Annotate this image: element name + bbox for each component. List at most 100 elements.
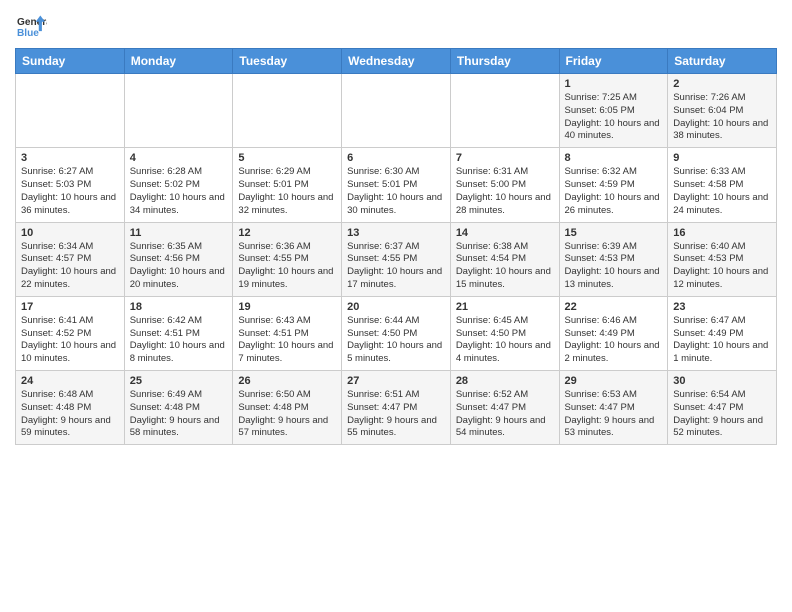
- day-info: Sunrise: 6:51 AM Sunset: 4:47 PM Dayligh…: [347, 389, 445, 440]
- calendar-cell: 11 Sunrise: 6:35 AM Sunset: 4:56 PM Dayli…: [124, 222, 233, 296]
- day-number: 9: [673, 152, 771, 164]
- day-info: Sunrise: 6:36 AM Sunset: 4:55 PM Dayligh…: [238, 241, 336, 292]
- calendar-week-row: 10 Sunrise: 6:34 AM Sunset: 4:57 PM Dayli…: [16, 222, 777, 296]
- svg-text:Blue: Blue: [17, 28, 39, 39]
- calendar-cell: 16 Sunrise: 6:40 AM Sunset: 4:53 PM Dayli…: [668, 222, 777, 296]
- calendar-cell: 30 Sunrise: 6:54 AM Sunset: 4:47 PM Dayli…: [668, 371, 777, 445]
- day-info: Sunrise: 6:32 AM Sunset: 4:59 PM Dayligh…: [565, 166, 663, 217]
- day-info: Sunrise: 6:45 AM Sunset: 4:50 PM Dayligh…: [456, 315, 554, 366]
- calendar-cell: [450, 74, 559, 148]
- day-number: 26: [238, 375, 336, 387]
- calendar-cell: 28Sunrise: 6:52 AM Sunset: 4:47 PM Dayli…: [450, 371, 559, 445]
- calendar-cell: 23 Sunrise: 6:47 AM Sunset: 4:49 PM Dayli…: [668, 296, 777, 370]
- day-number: 15: [565, 227, 663, 239]
- day-number: 4: [130, 152, 228, 164]
- day-number: 30: [673, 375, 771, 387]
- day-number: 25: [130, 375, 228, 387]
- weekday-header: Sunday: [16, 49, 125, 74]
- calendar-header-row: SundayMondayTuesdayWednesdayThursdayFrid…: [16, 49, 777, 74]
- calendar-cell: 22 Sunrise: 6:46 AM Sunset: 4:49 PM Dayli…: [559, 296, 668, 370]
- calendar-cell: 15 Sunrise: 6:39 AM Sunset: 4:53 PM Dayli…: [559, 222, 668, 296]
- day-number: 3: [21, 152, 119, 164]
- day-info: Sunrise: 6:28 AM Sunset: 5:02 PM Dayligh…: [130, 166, 228, 217]
- day-info: Sunrise: 6:30 AM Sunset: 5:01 PM Dayligh…: [347, 166, 445, 217]
- weekday-header: Tuesday: [233, 49, 342, 74]
- calendar-cell: 14 Sunrise: 6:38 AM Sunset: 4:54 PM Dayli…: [450, 222, 559, 296]
- calendar-week-row: 3 Sunrise: 6:27 AM Sunset: 5:03 PM Daylig…: [16, 148, 777, 222]
- weekday-header: Thursday: [450, 49, 559, 74]
- logo: General Blue: [15, 14, 47, 42]
- day-number: 20: [347, 301, 445, 313]
- calendar-cell: 24 Sunrise: 6:48 AM Sunset: 4:48 PM Dayli…: [16, 371, 125, 445]
- day-number: 24: [21, 375, 119, 387]
- calendar-cell: 7Sunrise: 6:31 AM Sunset: 5:00 PM Daylig…: [450, 148, 559, 222]
- calendar-cell: 20 Sunrise: 6:44 AM Sunset: 4:50 PM Dayli…: [342, 296, 451, 370]
- day-number: 22: [565, 301, 663, 313]
- day-number: 6: [347, 152, 445, 164]
- day-number: 8: [565, 152, 663, 164]
- day-number: 23: [673, 301, 771, 313]
- calendar-cell: 6 Sunrise: 6:30 AM Sunset: 5:01 PM Daylig…: [342, 148, 451, 222]
- calendar-cell: 1 Sunrise: 7:25 AM Sunset: 6:05 PM Daylig…: [559, 74, 668, 148]
- day-info: Sunrise: 6:43 AM Sunset: 4:51 PM Dayligh…: [238, 315, 336, 366]
- day-info: Sunrise: 6:44 AM Sunset: 4:50 PM Dayligh…: [347, 315, 445, 366]
- day-info: Sunrise: 6:54 AM Sunset: 4:47 PM Dayligh…: [673, 389, 771, 440]
- weekday-header: Wednesday: [342, 49, 451, 74]
- day-number: 10: [21, 227, 119, 239]
- day-number: 17: [21, 301, 119, 313]
- calendar-cell: 2Sunrise: 7:26 AM Sunset: 6:04 PM Daylig…: [668, 74, 777, 148]
- day-info: Sunrise: 6:33 AM Sunset: 4:58 PM Dayligh…: [673, 166, 771, 217]
- calendar-cell: 26 Sunrise: 6:50 AM Sunset: 4:48 PM Dayli…: [233, 371, 342, 445]
- page-header: General Blue: [15, 10, 777, 42]
- day-info: Sunrise: 6:29 AM Sunset: 5:01 PM Dayligh…: [238, 166, 336, 217]
- calendar-cell: [342, 74, 451, 148]
- calendar-cell: 18Sunrise: 6:42 AM Sunset: 4:51 PM Dayli…: [124, 296, 233, 370]
- day-info: Sunrise: 6:50 AM Sunset: 4:48 PM Dayligh…: [238, 389, 336, 440]
- day-number: 5: [238, 152, 336, 164]
- calendar-cell: [16, 74, 125, 148]
- calendar-cell: 10 Sunrise: 6:34 AM Sunset: 4:57 PM Dayli…: [16, 222, 125, 296]
- calendar-cell: 13Sunrise: 6:37 AM Sunset: 4:55 PM Dayli…: [342, 222, 451, 296]
- calendar-cell: 19Sunrise: 6:43 AM Sunset: 4:51 PM Dayli…: [233, 296, 342, 370]
- day-info: Sunrise: 6:46 AM Sunset: 4:49 PM Dayligh…: [565, 315, 663, 366]
- day-number: 21: [456, 301, 554, 313]
- day-info: Sunrise: 6:38 AM Sunset: 4:54 PM Dayligh…: [456, 241, 554, 292]
- calendar-cell: 12Sunrise: 6:36 AM Sunset: 4:55 PM Dayli…: [233, 222, 342, 296]
- day-number: 29: [565, 375, 663, 387]
- day-info: Sunrise: 7:25 AM Sunset: 6:05 PM Dayligh…: [565, 92, 663, 143]
- logo-icon: General Blue: [15, 14, 47, 42]
- calendar-week-row: 24 Sunrise: 6:48 AM Sunset: 4:48 PM Dayli…: [16, 371, 777, 445]
- calendar-cell: 27 Sunrise: 6:51 AM Sunset: 4:47 PM Dayli…: [342, 371, 451, 445]
- day-info: Sunrise: 6:39 AM Sunset: 4:53 PM Dayligh…: [565, 241, 663, 292]
- day-number: 18: [130, 301, 228, 313]
- day-info: Sunrise: 6:27 AM Sunset: 5:03 PM Dayligh…: [21, 166, 119, 217]
- day-info: Sunrise: 7:26 AM Sunset: 6:04 PM Dayligh…: [673, 92, 771, 143]
- day-number: 27: [347, 375, 445, 387]
- day-info: Sunrise: 6:53 AM Sunset: 4:47 PM Dayligh…: [565, 389, 663, 440]
- day-number: 14: [456, 227, 554, 239]
- calendar-cell: 3 Sunrise: 6:27 AM Sunset: 5:03 PM Daylig…: [16, 148, 125, 222]
- day-number: 13: [347, 227, 445, 239]
- day-info: Sunrise: 6:48 AM Sunset: 4:48 PM Dayligh…: [21, 389, 119, 440]
- day-number: 28: [456, 375, 554, 387]
- calendar-cell: 5 Sunrise: 6:29 AM Sunset: 5:01 PM Daylig…: [233, 148, 342, 222]
- day-number: 16: [673, 227, 771, 239]
- calendar-table: SundayMondayTuesdayWednesdayThursdayFrid…: [15, 48, 777, 445]
- day-info: Sunrise: 6:47 AM Sunset: 4:49 PM Dayligh…: [673, 315, 771, 366]
- weekday-header: Friday: [559, 49, 668, 74]
- calendar-cell: 25Sunrise: 6:49 AM Sunset: 4:48 PM Dayli…: [124, 371, 233, 445]
- calendar-cell: 29 Sunrise: 6:53 AM Sunset: 4:47 PM Dayli…: [559, 371, 668, 445]
- calendar-cell: [233, 74, 342, 148]
- calendar-cell: 8 Sunrise: 6:32 AM Sunset: 4:59 PM Daylig…: [559, 148, 668, 222]
- calendar-cell: 17Sunrise: 6:41 AM Sunset: 4:52 PM Dayli…: [16, 296, 125, 370]
- day-number: 1: [565, 78, 663, 90]
- calendar-cell: 4 Sunrise: 6:28 AM Sunset: 5:02 PM Daylig…: [124, 148, 233, 222]
- day-info: Sunrise: 6:31 AM Sunset: 5:00 PM Dayligh…: [456, 166, 554, 217]
- calendar-cell: [124, 74, 233, 148]
- weekday-header: Monday: [124, 49, 233, 74]
- day-info: Sunrise: 6:35 AM Sunset: 4:56 PM Dayligh…: [130, 241, 228, 292]
- day-number: 11: [130, 227, 228, 239]
- day-info: Sunrise: 6:34 AM Sunset: 4:57 PM Dayligh…: [21, 241, 119, 292]
- calendar-cell: 9 Sunrise: 6:33 AM Sunset: 4:58 PM Daylig…: [668, 148, 777, 222]
- day-info: Sunrise: 6:40 AM Sunset: 4:53 PM Dayligh…: [673, 241, 771, 292]
